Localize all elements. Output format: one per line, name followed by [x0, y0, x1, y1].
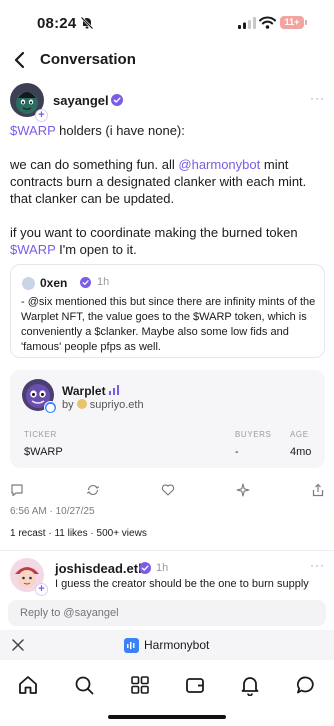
ticker-link[interactable]: $WARP — [10, 123, 56, 138]
home-icon[interactable] — [17, 674, 39, 696]
battery-icon: 11+ — [280, 16, 304, 29]
quote-author-name: 0xen — [40, 276, 68, 290]
cast-timestamp: 6:56 AM · 10/27/25 — [10, 506, 95, 517]
quote-author-avatar — [22, 277, 35, 290]
post-paragraph-2: we can do something fun. all @harmonybot… — [10, 157, 307, 206]
quoted-cast[interactable]: 0xen 1h - @six mentioned this but since … — [10, 264, 325, 358]
verified-icon — [139, 562, 151, 574]
messages-icon[interactable] — [295, 674, 317, 696]
reply-input[interactable] — [8, 600, 326, 626]
buyers-value: - — [235, 446, 239, 458]
post-paragraph-1: $WARP holders (i have none): — [10, 123, 185, 138]
bell-off-icon — [80, 16, 94, 30]
author-name[interactable]: sayangel — [53, 93, 109, 108]
more-icon[interactable]: ··· — [310, 91, 325, 105]
verified-icon — [80, 277, 91, 288]
post-body: $WARP holders (i have none): we can do s… — [10, 122, 326, 275]
mini-app-name[interactable]: Harmonybot — [144, 638, 209, 652]
token-name: Warplet — [62, 384, 106, 398]
share-icon[interactable] — [311, 483, 325, 497]
cast-stats[interactable]: 1 recast · 11 likes · 500+ views — [10, 528, 147, 539]
quote-time: 1h — [97, 276, 110, 288]
follow-plus-icon[interactable]: + — [35, 109, 48, 122]
status-time: 08:24 — [37, 15, 77, 32]
signal-icon — [238, 17, 256, 29]
header: Conversation — [0, 44, 334, 76]
token-badge-icon: ⬤ — [44, 401, 57, 414]
recast-icon[interactable] — [86, 483, 100, 497]
harmonybot-app-icon[interactable] — [124, 638, 139, 653]
token-card[interactable]: ⬤ Warplet by supriyo.eth TICKER $WARP BU… — [10, 370, 325, 468]
battery-tip — [305, 20, 307, 25]
quote-text: - @six mentioned this but since there ar… — [21, 296, 316, 353]
status-bar: 08:24 11+ — [0, 0, 334, 44]
like-icon[interactable] — [161, 483, 175, 497]
ticker-label: TICKER — [24, 430, 57, 439]
wifi-icon — [259, 16, 276, 29]
home-indicator — [108, 715, 226, 719]
divider — [0, 550, 334, 551]
search-icon[interactable] — [73, 674, 95, 696]
ticker-link[interactable]: $WARP — [10, 242, 56, 257]
back-icon[interactable] — [12, 51, 28, 69]
creator-avatar — [76, 399, 87, 409]
age-label: AGE — [290, 430, 309, 439]
bar-chart-icon — [109, 385, 119, 395]
token-creator: by supriyo.eth — [62, 399, 144, 411]
cast-actions — [0, 483, 334, 499]
reply-text: I guess the creator should be the one to… — [55, 578, 309, 590]
more-icon[interactable]: ··· — [310, 558, 325, 572]
close-icon[interactable] — [11, 638, 25, 652]
buyers-label: BUYERS — [235, 430, 272, 439]
notifications-icon[interactable] — [239, 674, 261, 696]
page-title: Conversation — [40, 51, 136, 68]
reply-time: 1h — [156, 562, 169, 574]
grid-icon[interactable] — [129, 674, 151, 696]
tip-icon[interactable] — [236, 483, 250, 497]
comment-icon[interactable] — [10, 483, 24, 497]
wallet-icon[interactable] — [184, 674, 206, 696]
ticker-value: $WARP — [24, 446, 63, 458]
reply-author-name[interactable]: joshisdead.eth — [55, 561, 146, 576]
mini-app-bar: Harmonybot — [0, 630, 334, 660]
verified-icon — [111, 94, 123, 106]
follow-plus-icon[interactable]: + — [35, 583, 48, 596]
post-paragraph-3: if you want to coordinate making the bur… — [10, 225, 298, 257]
age-value: 4mo — [290, 446, 312, 458]
mention-link[interactable]: @harmonybot — [178, 157, 260, 172]
tab-bar — [0, 660, 334, 710]
